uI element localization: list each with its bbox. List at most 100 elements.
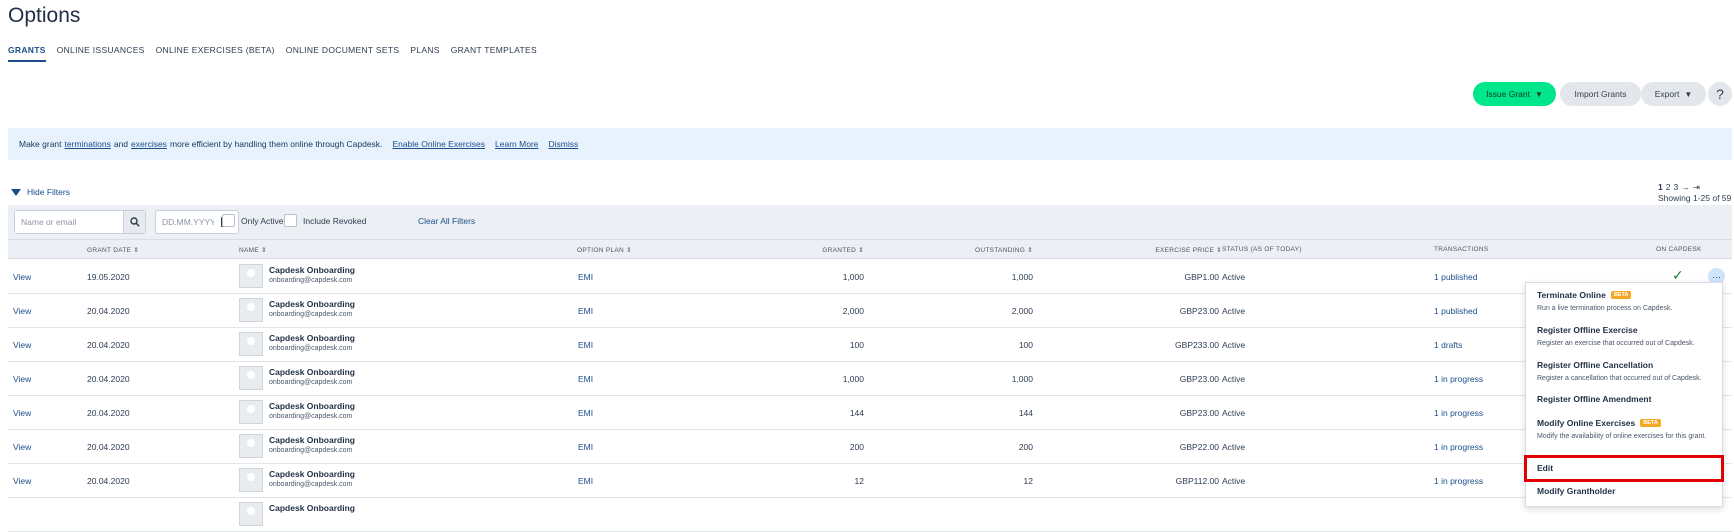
tab-grants[interactable]: GRANTS	[8, 45, 46, 62]
col-granted[interactable]: GRANTED ⇕	[768, 246, 864, 254]
view-link[interactable]: View	[13, 340, 31, 350]
menu-item-title: Terminate Online	[1537, 290, 1606, 300]
grantholder-email: onboarding@capdesk.com	[269, 277, 353, 284]
tab-grant-templates[interactable]: GRANT TEMPLATES	[451, 45, 537, 62]
granted: 2,000	[842, 306, 864, 316]
dismiss-link[interactable]: Dismiss	[549, 139, 579, 149]
table-row: View 19.05.2020 Capdesk Onboarding onboardi…	[8, 260, 1732, 294]
transactions-link[interactable]: 1 in progress	[1434, 442, 1483, 452]
page-2[interactable]: 2	[1666, 182, 1671, 193]
option-plan[interactable]: EMI	[578, 374, 593, 384]
help-button[interactable]: ?	[1708, 82, 1732, 106]
next-page-icon[interactable]: →	[1681, 182, 1690, 193]
option-plan[interactable]: EMI	[578, 476, 593, 486]
learn-more-link[interactable]: Learn More	[495, 139, 538, 149]
outstanding: 1,000	[1011, 374, 1033, 384]
exercise-price: GBP22.00	[1179, 442, 1219, 452]
transactions-link[interactable]: 1 in progress	[1434, 374, 1483, 384]
status: Active	[1222, 442, 1246, 452]
hide-filters-toggle[interactable]: Hide Filters	[11, 187, 70, 197]
view-link[interactable]: View	[13, 272, 31, 282]
transactions-link[interactable]: 1 drafts	[1434, 340, 1462, 350]
grantholder: Capdesk Onboarding onboarding@capdesk.com	[269, 265, 355, 284]
include-revoked-checkbox[interactable]: Include Revoked	[284, 214, 366, 227]
menu-modify-online-exercises[interactable]: Modify Online Exercises BETA Modify the a…	[1526, 418, 1722, 442]
grantholder-name: Capdesk Onboarding	[269, 503, 355, 513]
transactions-link[interactable]: 1 published	[1434, 272, 1477, 282]
tab-bar: GRANTS ONLINE ISSUANCES ONLINE EXERCISES…	[8, 45, 537, 62]
grantholder-email: onboarding@capdesk.com	[269, 379, 353, 386]
caret-down-icon: ▼	[1684, 89, 1693, 99]
option-plan[interactable]: EMI	[578, 408, 593, 418]
tab-online-exercises[interactable]: ONLINE EXERCISES (BETA)	[156, 45, 275, 62]
last-page-icon[interactable]: ⇥	[1693, 182, 1700, 193]
table-row: View 20.04.2020 Capdesk Onboarding onboardi…	[8, 430, 1732, 464]
view-link[interactable]: View	[13, 476, 31, 486]
table-row: View 20.04.2020 Capdesk Onboarding onboardi…	[8, 328, 1732, 362]
view-link[interactable]: View	[13, 374, 31, 384]
option-plan[interactable]: EMI	[578, 340, 593, 350]
help-icon: ?	[1716, 86, 1724, 102]
granted: 200	[849, 442, 864, 452]
only-active-checkbox[interactable]: Only Active	[222, 214, 284, 227]
search-icon[interactable]	[123, 211, 145, 233]
menu-register-offline-amendment[interactable]: Register Offline Amendment	[1526, 394, 1722, 404]
checkbox-box[interactable]	[284, 214, 297, 227]
col-status: STATUS (AS OF TODAY)	[1222, 246, 1302, 253]
include-revoked-label: Include Revoked	[303, 215, 367, 226]
issue-grant-button[interactable]: Issue Grant ▼	[1473, 82, 1556, 106]
search-box	[14, 210, 146, 234]
tab-online-issuances[interactable]: ONLINE ISSUANCES	[57, 45, 145, 62]
status: Active	[1222, 306, 1246, 316]
page-3[interactable]: 3	[1673, 182, 1678, 193]
exercise-price: GBP23.00	[1179, 374, 1219, 384]
banner-text: Make grant	[19, 139, 62, 149]
tab-plans[interactable]: PLANS	[410, 45, 439, 62]
option-plan[interactable]: EMI	[578, 272, 593, 282]
col-grant-date[interactable]: GRANT DATE ⇕	[87, 246, 139, 254]
outstanding: 200	[1018, 442, 1033, 452]
option-plan[interactable]: EMI	[578, 442, 593, 452]
col-exercise-price[interactable]: EXERCISE PRICE ⇕	[1118, 246, 1222, 254]
table-row: View 20.04.2020 Capdesk Onboarding onboardi…	[8, 396, 1732, 430]
col-option-plan[interactable]: OPTION PLAN ⇕	[577, 246, 632, 254]
col-outstanding[interactable]: OUTSTANDING ⇕	[928, 246, 1033, 254]
transactions-link[interactable]: 1 in progress	[1434, 476, 1483, 486]
tab-online-document-sets[interactable]: ONLINE DOCUMENT SETS	[286, 45, 400, 62]
exercise-price: GBP23.00	[1179, 408, 1219, 418]
view-link[interactable]: View	[13, 408, 31, 418]
menu-register-offline-exercise[interactable]: Register Offline Exercise Register an ex…	[1526, 325, 1722, 349]
online-exercises-banner: Make grant terminations and exercises mo…	[8, 128, 1732, 160]
beta-badge: BETA	[1610, 291, 1632, 299]
menu-modify-grantholder[interactable]: Modify Grantholder	[1526, 486, 1722, 496]
table-row: View 20.04.2020 Capdesk Onboarding onboardi…	[8, 294, 1732, 328]
exercises-link[interactable]: exercises	[131, 139, 167, 149]
menu-register-offline-cancellation[interactable]: Register Offline Cancellation Register a…	[1526, 360, 1722, 384]
transactions-link[interactable]: 1 published	[1434, 306, 1477, 316]
import-grants-button[interactable]: Import Grants	[1560, 82, 1641, 106]
col-name[interactable]: NAME ⇕	[239, 246, 267, 254]
view-link[interactable]: View	[13, 306, 31, 316]
option-plan[interactable]: EMI	[578, 306, 593, 316]
menu-terminate-online[interactable]: Terminate Online BETA Run a live terminat…	[1526, 290, 1722, 314]
menu-item-title: Register Offline Amendment	[1537, 394, 1652, 404]
enable-online-exercises-link[interactable]: Enable Online Exercises	[392, 139, 485, 149]
grantholder-name: Capdesk Onboarding	[269, 469, 355, 479]
grant-date: 20.04.2020	[87, 306, 130, 316]
checkbox-box[interactable]	[222, 214, 235, 227]
only-active-label: Only Active	[241, 215, 284, 226]
page-1[interactable]: 1	[1658, 182, 1663, 193]
date-input[interactable]	[162, 217, 214, 227]
grantholder: Capdesk Onboarding onboarding@capdesk.com	[269, 299, 355, 318]
showing-count: Showing 1-25 of 59	[1658, 193, 1732, 203]
menu-item-desc: Register an exercise that occurred out o…	[1537, 340, 1695, 347]
terminations-link[interactable]: terminations	[65, 139, 111, 149]
search-input[interactable]	[15, 211, 123, 233]
export-button[interactable]: Export ▼	[1641, 82, 1706, 106]
grantholder-email: onboarding@capdesk.com	[269, 447, 353, 454]
grantholder: Capdesk Onboarding onboarding@capdesk.com	[269, 333, 355, 352]
transactions-link[interactable]: 1 in progress	[1434, 408, 1483, 418]
clear-all-filters-link[interactable]: Clear All Filters	[418, 216, 475, 226]
view-link[interactable]: View	[13, 442, 31, 452]
table-row: Capdesk Onboarding	[8, 498, 1732, 532]
